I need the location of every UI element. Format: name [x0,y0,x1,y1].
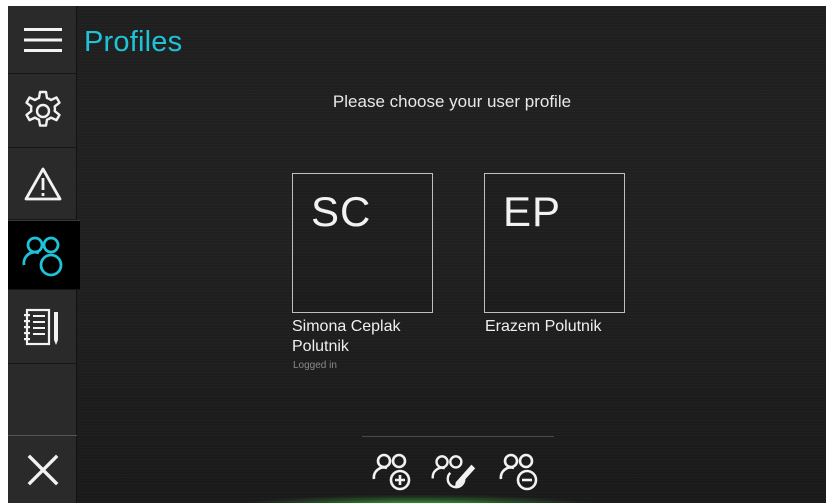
menu-button[interactable] [8,6,77,74]
remove-user-button[interactable] [498,449,544,495]
app-screen: Profiles Please choose your user profile… [8,6,826,503]
toolbar-divider [362,436,554,437]
profile-card-sc[interactable]: SC [292,173,433,313]
users-icon [22,236,63,276]
logbook-button[interactable] [8,290,77,364]
close-icon [27,454,58,485]
alerts-button[interactable] [8,148,77,220]
page-title: Profiles [84,26,183,58]
profile-name: Erazem Polutnik [485,318,602,335]
notebook-icon [23,308,58,345]
profile-card-ep[interactable]: EP [484,173,625,313]
profile-initials: EP [503,188,562,235]
sidebar [8,6,80,503]
edit-user-icon [431,455,476,489]
profile-prompt: Please choose your user profile [332,92,572,111]
warning-icon [24,167,61,200]
remove-user-icon [499,453,538,491]
close-button[interactable] [8,436,77,503]
profiles-button[interactable] [8,220,80,290]
menu-icon [23,27,62,52]
add-user-icon [372,453,411,491]
edit-user-button[interactable] [431,449,477,495]
add-user-button[interactable] [371,449,417,495]
bottom-glow [238,495,598,503]
profile-initials: SC [311,188,372,235]
profile-status: Logged in [293,360,337,371]
profile-name: Simona Ceplak Polutnik [292,318,401,355]
